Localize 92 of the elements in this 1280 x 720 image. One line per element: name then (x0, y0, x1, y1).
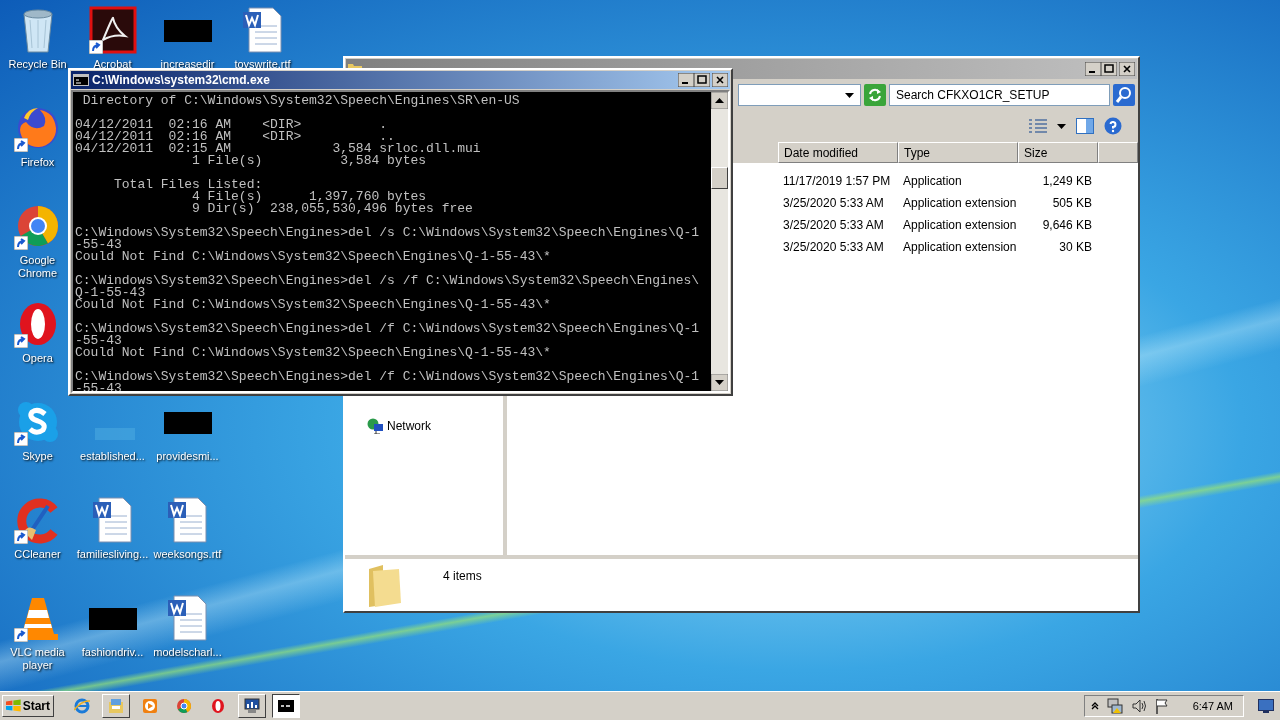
console-line: 4 File(s) 1,397,760 bytes (191, 191, 427, 203)
scrollbar[interactable] (711, 92, 728, 391)
show-desktop-button[interactable] (1258, 699, 1274, 713)
minimize-button[interactable] (678, 73, 694, 87)
browser-icon (176, 698, 192, 714)
console-line: -55-43 (75, 335, 122, 347)
scroll-thumb[interactable] (711, 167, 728, 189)
console-line: Total Files Listed: (113, 179, 264, 191)
console-line: C:\Windows\System32\Speech\Engines>del /s /f C:\Windows\System32\Speech\Engines\ (75, 275, 701, 287)
shortcut-arrow-icon (13, 432, 28, 446)
table-cell-text: 11/17/2019 1:57 PM (782, 174, 892, 188)
scroll-down-button[interactable] (711, 374, 728, 391)
console-line: Could Not Find C:\Windows\System32\Speech\Engines\Q-1-55-43\* (75, 299, 552, 311)
shortcut-arrow-icon (88, 40, 103, 54)
preview-pane-icon[interactable] (1076, 118, 1094, 134)
desktop-icon-label[interactable]: Recycle Bin (8, 58, 67, 71)
network-icon[interactable] (1106, 698, 1123, 714)
desktop-icon-label[interactable]: providesmi... (156, 450, 219, 463)
network-icon (367, 418, 383, 434)
shortcut-arrow-icon (13, 334, 28, 348)
table-cell-text: 3/25/2020 5:33 AM (782, 196, 885, 210)
search-field[interactable]: Search CFKXO1CR_SETUP (889, 84, 1110, 106)
console-line: Directory of C:\Windows\System32\Speech\Engines\SR\en-US (81, 95, 521, 107)
console-icon (278, 698, 294, 714)
table-cell-text: Application extension (902, 240, 1018, 254)
refresh-button[interactable] (864, 84, 886, 106)
browser-icon (74, 698, 90, 714)
shortcut-arrow-icon (13, 138, 28, 152)
shortcut-arrow-icon (13, 628, 28, 642)
desktop-icon-label[interactable]: Acrobat (93, 58, 132, 71)
play-icon (142, 698, 158, 714)
console-line: C:\Windows\System32\Speech\Engines>del /f C:\Windows\System32\Speech\Engines\Q-1 (75, 323, 701, 335)
table-cell-text: 3/25/2020 5:33 AM (782, 218, 885, 232)
console-icon (73, 74, 89, 86)
table-cell-text: 505 KB (1051, 196, 1093, 210)
column-header[interactable]: Size (1018, 142, 1098, 163)
table-cell-text: 9,646 KB (1041, 218, 1093, 232)
nav-item[interactable]: Network (387, 419, 431, 433)
desktop-icon-label[interactable]: Firefox (20, 156, 55, 169)
console-line: 04/12/2011 02:15 AM 3,584 srloc.dll.mui (75, 143, 482, 155)
table-cell-text: Application (902, 174, 963, 188)
desktop-icon-label[interactable]: toyswrite.rtf (234, 58, 291, 71)
desktop-icon-label[interactable]: increasedir (160, 58, 215, 71)
close-button[interactable] (712, 73, 728, 87)
console-line: Q-1-55-43 (75, 287, 146, 299)
column-header[interactable]: Type (898, 142, 1018, 163)
browser-icon (210, 698, 226, 714)
search-button[interactable] (1113, 84, 1135, 106)
window-title: C:\Windows\system32\cmd.exe (92, 73, 271, 87)
console-line: -55-43 (75, 239, 122, 251)
item-count: 4 items (443, 569, 482, 583)
desktop-icon-label[interactable]: Google Chrome (7, 254, 68, 280)
speaker-icon[interactable] (1130, 698, 1147, 714)
console-line: 9 Dir(s) 238,055,530,496 bytes free (191, 203, 474, 215)
desktop-icon-label[interactable]: Opera (22, 352, 53, 365)
dropdown-arrow-icon[interactable] (845, 92, 854, 98)
flag-icon[interactable] (1154, 698, 1169, 714)
windows-logo-icon (6, 699, 21, 713)
console-line: Could Not Find C:\Windows\System32\Speech\Engines\Q-1-55-43\* (75, 251, 552, 263)
scroll-up-button[interactable] (711, 92, 728, 109)
maximize-button[interactable] (694, 73, 710, 87)
console-line: 04/12/2011 02:16 AM <DIR> . (75, 119, 389, 131)
desktop-icon-label[interactable]: weeksongs.rtf (153, 548, 222, 561)
help-icon[interactable] (1104, 117, 1122, 135)
column-header[interactable]: Date modified (778, 142, 898, 163)
start-button[interactable]: Start (2, 695, 54, 717)
desktop-icon-label[interactable]: VLC media player (7, 646, 68, 672)
shortcut-arrow-icon (13, 236, 28, 250)
desktop-icon-label[interactable]: Skype (22, 450, 53, 463)
desktop-icon-label[interactable]: established... (80, 450, 145, 463)
monitor-icon (244, 698, 260, 714)
taskbar-button[interactable] (272, 694, 300, 718)
shortcut-arrow-icon (13, 530, 28, 544)
pdf-app-icon[interactable] (88, 6, 137, 54)
table-cell-text: Application extension (902, 196, 1018, 210)
table-cell-text: 1,249 KB (1041, 174, 1093, 188)
console-line: Could Not Find C:\Windows\System32\Speech\Engines\Q-1-55-43\* (75, 347, 552, 359)
desktop-icon-label[interactable]: CCleaner (14, 548, 61, 561)
chevron-up-icon[interactable] (1090, 702, 1099, 710)
desktop-icon-label[interactable]: fashiondriv... (81, 646, 144, 659)
console-line: 1 File(s) 3,584 bytes (191, 155, 428, 167)
clock[interactable]: 6:47 AM (1192, 700, 1233, 712)
console-line: 04/12/2011 02:16 AM <DIR> .. (75, 131, 395, 143)
console-line: C:\Windows\System32\Speech\Engines>del /s C:\Windows\System32\Speech\Engines\Q-1 (75, 227, 701, 239)
folder-icon (108, 698, 124, 714)
desktop-icon-label[interactable]: familiesliving... (76, 548, 149, 561)
desktop-icon-label[interactable]: modelscharl... (153, 646, 222, 659)
table-cell-text: Application extension (902, 218, 1018, 232)
dropdown-arrow-icon[interactable] (1057, 123, 1066, 129)
table-cell-text: 3/25/2020 5:33 AM (782, 240, 885, 254)
console-line: C:\Windows\System32\Speech\Engines>del /f C:\Windows\System32\Speech\Engines\Q-1 (75, 371, 701, 383)
table-cell-text: 30 KB (1058, 240, 1093, 254)
